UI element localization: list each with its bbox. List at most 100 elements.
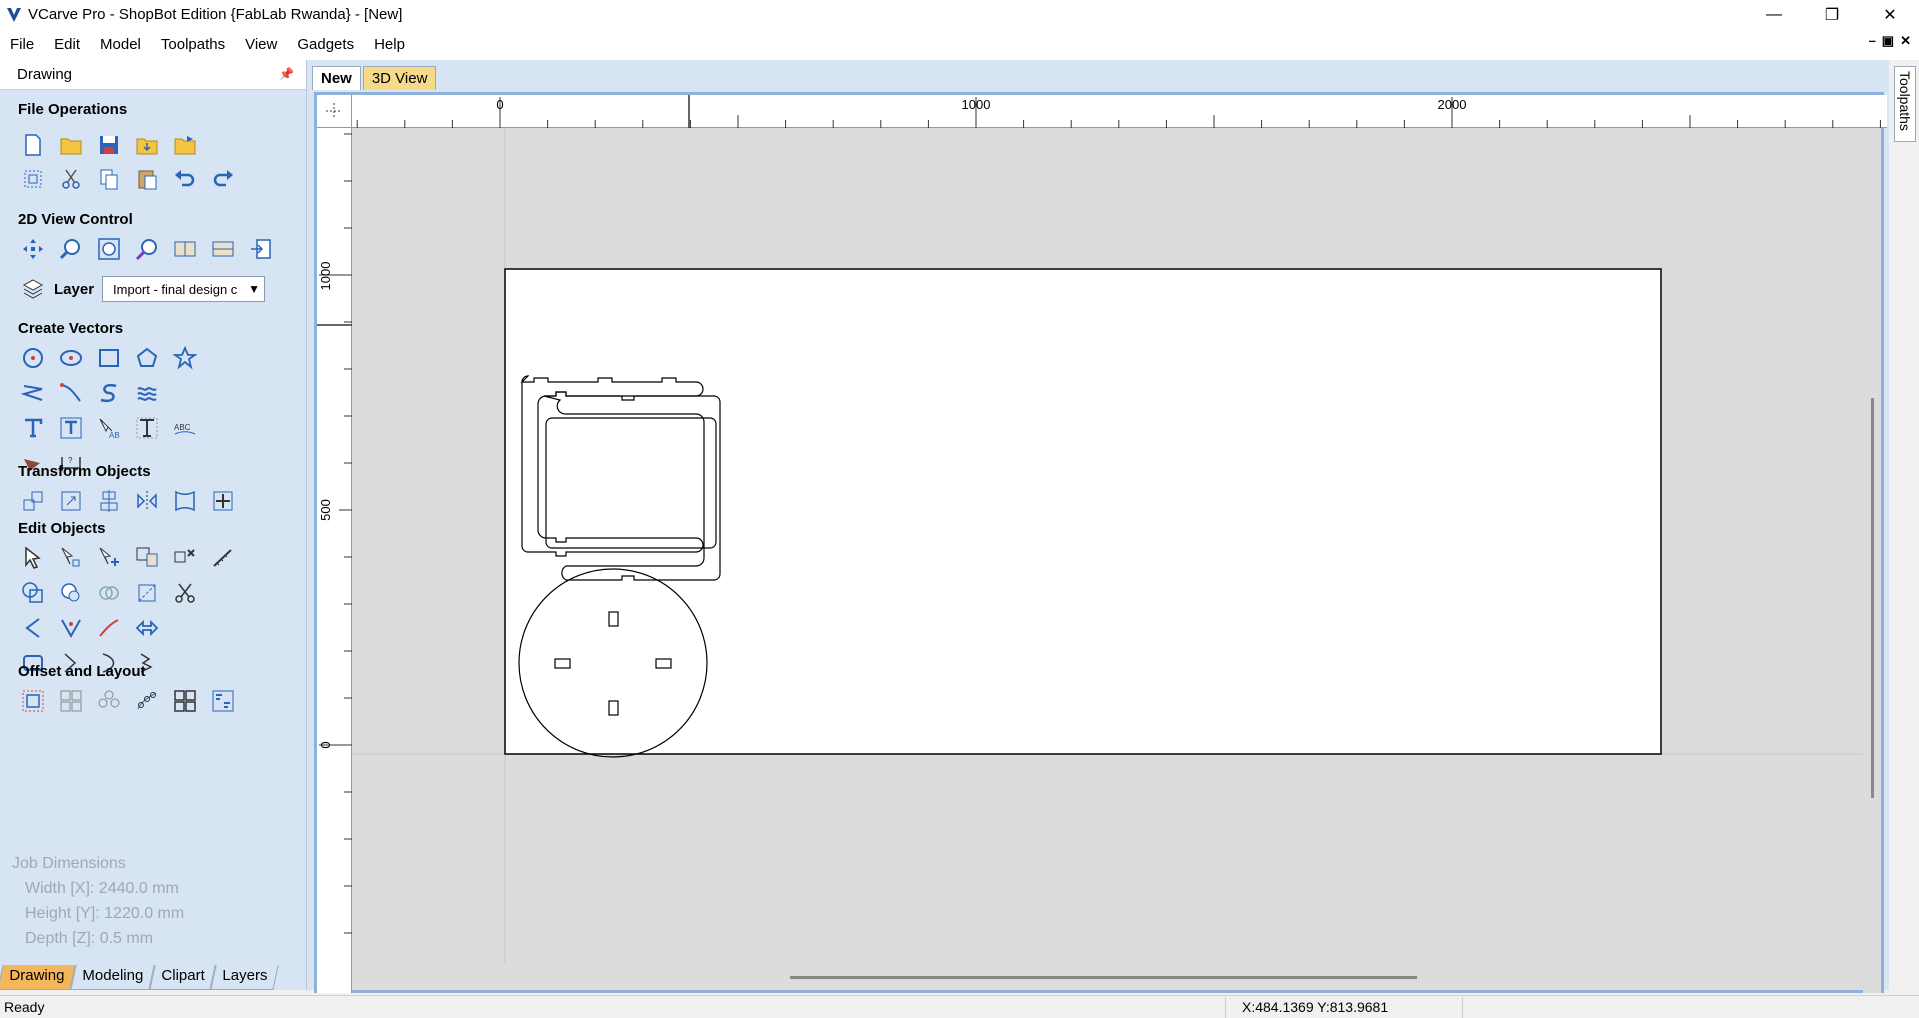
tab-clipart[interactable]: Clipart <box>149 965 216 990</box>
redo-icon[interactable] <box>210 166 236 192</box>
draw-curve-icon[interactable] <box>96 380 122 406</box>
layer-select[interactable]: Import - final design c ▼ <box>102 276 266 302</box>
ruler-corner[interactable] <box>317 95 352 128</box>
zoom-icon[interactable] <box>58 236 84 262</box>
layer-select-value: Import - final design c <box>113 281 238 297</box>
import-bitmap-icon[interactable] <box>172 132 198 158</box>
vertical-ruler-ticks: 1000 500 0 <box>317 133 352 934</box>
mdi-close-button[interactable]: ✕ <box>1900 33 1911 49</box>
svg-text:AB: AB <box>109 431 120 440</box>
mirror-icon[interactable] <box>134 488 160 514</box>
tab-drawing[interactable]: Drawing <box>0 965 76 990</box>
draw-polyline-icon[interactable] <box>20 380 46 406</box>
nesting-icon[interactable] <box>172 688 198 714</box>
save-icon[interactable] <box>96 132 122 158</box>
tab-modeling[interactable]: Modeling <box>70 965 155 990</box>
pan-icon[interactable] <box>20 236 46 262</box>
horizontal-scrollbar[interactable] <box>352 963 1869 990</box>
scale-icon[interactable] <box>58 488 84 514</box>
move-icon[interactable] <box>20 488 46 514</box>
array-copy-icon[interactable] <box>58 688 84 714</box>
menu-edit[interactable]: Edit <box>44 36 90 53</box>
extend-icon[interactable] <box>96 615 122 641</box>
text-box-icon[interactable] <box>58 415 84 441</box>
undo-icon[interactable] <box>172 166 198 192</box>
tab-new[interactable]: New <box>312 66 361 90</box>
menu-file[interactable]: File <box>0 36 44 53</box>
tab-3d-view[interactable]: 3D View <box>362 66 437 90</box>
scissors-icon[interactable] <box>172 580 198 606</box>
set-position-icon[interactable] <box>210 488 236 514</box>
restore-button[interactable]: ❐ <box>1803 0 1861 29</box>
transform-select-icon[interactable] <box>96 545 122 571</box>
offset-icon[interactable] <box>20 688 46 714</box>
auto-nest-icon[interactable] <box>210 688 236 714</box>
node-edit-icon[interactable] <box>58 545 84 571</box>
draw-ellipse-icon[interactable] <box>58 345 84 371</box>
view-exit-icon[interactable] <box>248 236 274 262</box>
align-icon[interactable] <box>96 488 122 514</box>
menu-gadgets[interactable]: Gadgets <box>287 36 364 53</box>
zoom-extents-icon[interactable] <box>96 236 122 262</box>
circular-array-icon[interactable] <box>96 688 122 714</box>
vertical-scroll-thumb[interactable] <box>1871 398 1874 798</box>
menu-help[interactable]: Help <box>364 36 415 53</box>
interactive-select-icon[interactable] <box>134 545 160 571</box>
measure-icon[interactable] <box>210 545 236 571</box>
subtract-icon[interactable] <box>58 580 84 606</box>
draw-line-icon[interactable] <box>58 380 84 406</box>
draw-circle-icon[interactable] <box>20 345 46 371</box>
material-sheet[interactable] <box>504 268 1662 755</box>
weld-icon[interactable] <box>20 580 46 606</box>
paste-icon[interactable] <box>134 166 160 192</box>
pin-icon[interactable]: 📌 <box>279 67 294 81</box>
drawing-canvas[interactable] <box>352 128 1869 966</box>
new-file-icon[interactable] <box>20 132 46 158</box>
mdi-minimize-button[interactable]: – <box>1869 33 1876 49</box>
text-icon[interactable] <box>20 415 46 441</box>
text-on-curve-icon[interactable]: AB <box>96 415 122 441</box>
job-height: Height [Y]: 1220.0 mm <box>25 905 185 922</box>
menu-model[interactable]: Model <box>90 36 151 53</box>
section-offset-layout: Offset and Layout <box>18 663 146 680</box>
close-button[interactable]: ✕ <box>1861 0 1919 29</box>
menu-view[interactable]: View <box>235 36 287 53</box>
minimize-button[interactable]: — <box>1745 0 1803 29</box>
open-file-icon[interactable] <box>58 132 84 158</box>
draw-rectangle-icon[interactable] <box>96 345 122 371</box>
toolpaths-side-tab[interactable]: Toolpaths <box>1894 66 1916 142</box>
join-vectors-icon[interactable] <box>134 615 160 641</box>
chamfer-icon[interactable] <box>58 615 84 641</box>
panel-header: Drawing 📌 <box>0 60 306 90</box>
copy-along-vector-icon[interactable] <box>134 688 160 714</box>
text-arc-icon[interactable]: ABC <box>172 415 198 441</box>
menu-toolpaths[interactable]: Toolpaths <box>151 36 235 53</box>
intersect-icon[interactable] <box>96 580 122 606</box>
select-all-icon[interactable] <box>20 166 46 192</box>
zoom-selected-icon[interactable] <box>134 236 160 262</box>
vruler-label-500: 500 <box>318 499 333 521</box>
copy-icon[interactable] <box>96 166 122 192</box>
title-bar: VCarve Pro - ShopBot Edition {FabLab Rwa… <box>0 0 1919 29</box>
horizontal-scroll-thumb[interactable] <box>790 976 1417 979</box>
cut-icon[interactable] <box>58 166 84 192</box>
delete-select-icon[interactable] <box>172 545 198 571</box>
trim-icon[interactable] <box>134 580 160 606</box>
import-vectors-icon[interactable] <box>134 132 160 158</box>
auto-layout-text-icon[interactable] <box>134 415 160 441</box>
tab-layers[interactable]: Layers <box>210 965 279 990</box>
draw-polygon-icon[interactable] <box>134 345 160 371</box>
distort-icon[interactable] <box>172 488 198 514</box>
select-tool-icon[interactable] <box>20 545 46 571</box>
mdi-restore-button[interactable]: ▣ <box>1882 33 1894 49</box>
grid-view-icon[interactable] <box>210 236 236 262</box>
section-transform-objects: Transform Objects <box>18 463 151 480</box>
draw-star-icon[interactable] <box>172 345 198 371</box>
fillet-icon[interactable] <box>20 615 46 641</box>
job-depth: Depth [Z]: 0.5 mm <box>25 930 154 947</box>
hruler-label-1000: 1000 <box>962 97 991 112</box>
vertical-scrollbar[interactable] <box>1863 128 1881 993</box>
view-toggle-icon[interactable] <box>172 236 198 262</box>
draw-spiral-icon[interactable] <box>134 380 160 406</box>
layer-label: Layer <box>54 280 95 298</box>
